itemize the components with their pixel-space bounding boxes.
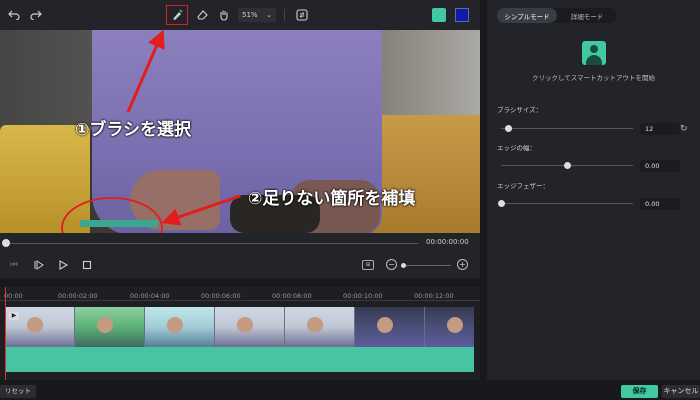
timeline-zoom-knob[interactable] (401, 263, 406, 268)
person-icon[interactable] (432, 8, 446, 22)
timecode: 00:00:00:00 (426, 238, 469, 246)
annotation-step-1: ①ブラシを選択 (75, 120, 192, 140)
edge-feather-value[interactable]: 0.00 (640, 198, 680, 210)
clip-thumbnail (75, 307, 144, 347)
mode-tabs: シンプルモード 詳細モード (497, 8, 617, 23)
mask-track[interactable] (5, 347, 474, 372)
zoom-value: 51% (242, 11, 258, 19)
clip-thumbnail (215, 307, 284, 347)
ruler-label: 00:00:04:00 (130, 292, 170, 300)
zoom-in-icon[interactable]: + (457, 259, 468, 270)
zoom-out-icon[interactable]: − (386, 259, 397, 270)
tab-advanced-mode[interactable]: 詳細モード (557, 8, 617, 23)
edge-feather-knob[interactable] (498, 200, 505, 207)
ruler-label: 00:00:12:00 (414, 292, 454, 300)
edge-width-label: エッジの幅： (497, 144, 536, 152)
fit-view-icon[interactable]: ⊞ (362, 260, 374, 270)
play-icon[interactable] (57, 259, 69, 271)
redo-icon[interactable] (28, 7, 44, 23)
video-preview[interactable]: ①ブラシを選択 ②足りない箇所を補填 (0, 30, 480, 233)
ruler-label: 00:00:08:00 (272, 292, 312, 300)
scrub-knob[interactable] (2, 239, 10, 247)
edge-width-value[interactable]: 0.00 (640, 160, 680, 172)
cancel-button[interactable]: キャンセル (662, 385, 700, 398)
video-clip-icon: ▶ (9, 312, 19, 320)
clip-thumbnail (145, 307, 214, 347)
ruler-label: 00:00:10:00 (343, 292, 383, 300)
hand-button[interactable] (216, 7, 232, 23)
ruler-label: 00:00:02:00 (58, 292, 98, 300)
reset-button[interactable]: リセット (0, 385, 36, 398)
scrub-track[interactable] (6, 243, 418, 244)
toolbar-divider (284, 9, 285, 21)
ruler-label: 00:00 (4, 292, 23, 300)
brush-size-knob[interactable] (504, 125, 512, 132)
compare-icon (296, 9, 308, 21)
edge-feather-label: エッジフェザー： (497, 182, 549, 190)
timeline-zoom-track[interactable] (403, 265, 451, 266)
stop-icon[interactable] (81, 259, 93, 271)
edge-feather-slider[interactable] (501, 203, 633, 204)
playhead[interactable] (5, 287, 6, 380)
hand-icon (220, 10, 228, 21)
clip-thumbnail (355, 307, 424, 347)
smart-cutout-button[interactable] (582, 41, 606, 65)
timeline-ruler[interactable]: 00:00 00:00:02:00 00:00:04:00 00:00:06:0… (0, 287, 480, 301)
prev-frame-icon[interactable]: ⏮ (8, 259, 20, 271)
ruler-label: 00:00:06:00 (201, 292, 241, 300)
play-frame-icon[interactable] (33, 259, 45, 271)
mask-patch (80, 220, 158, 227)
annotation-step-2: ②足りない箇所を補填 (248, 189, 416, 209)
edge-width-knob[interactable] (564, 162, 571, 169)
brush-size-slider[interactable] (501, 128, 633, 129)
save-button[interactable]: 保存 (621, 385, 658, 398)
timeline[interactable]: 00:00 00:00:02:00 00:00:04:00 00:00:06:0… (0, 287, 480, 380)
preview-toolbar: 51% ⌄ (0, 0, 480, 30)
brush-size-value[interactable]: 12 (640, 123, 680, 135)
video-clip[interactable] (5, 307, 474, 347)
preview-scrubber[interactable]: 00:00:00:00 (0, 233, 480, 253)
reset-icon[interactable]: ↻ (680, 124, 690, 134)
footer-bar: リセット 保存 キャンセル (0, 380, 700, 400)
compare-button[interactable] (294, 7, 310, 23)
tab-simple-mode[interactable]: シンプルモード (497, 8, 557, 23)
clip-thumbnail (285, 307, 354, 347)
zoom-select[interactable]: 51% ⌄ (238, 8, 276, 22)
ruler-baseline (0, 300, 480, 301)
smart-brush-button[interactable] (166, 5, 188, 25)
eraser-button[interactable] (194, 7, 210, 23)
undo-icon[interactable] (6, 7, 22, 23)
settings-panel: シンプルモード 詳細モード クリックしてスマートカットアウトを開始 ブラシサイズ… (487, 0, 700, 380)
brush-size-label: ブラシサイズ： (497, 106, 543, 114)
brush-color-swatch[interactable] (455, 8, 469, 22)
chevron-down-icon: ⌄ (266, 11, 272, 19)
smart-cutout-label: クリックしてスマートカットアウトを開始 (531, 74, 656, 82)
smart-brush-icon (173, 9, 183, 20)
sofa-left (0, 125, 90, 233)
eraser-icon (197, 10, 208, 20)
clip-thumbnail (425, 307, 474, 347)
